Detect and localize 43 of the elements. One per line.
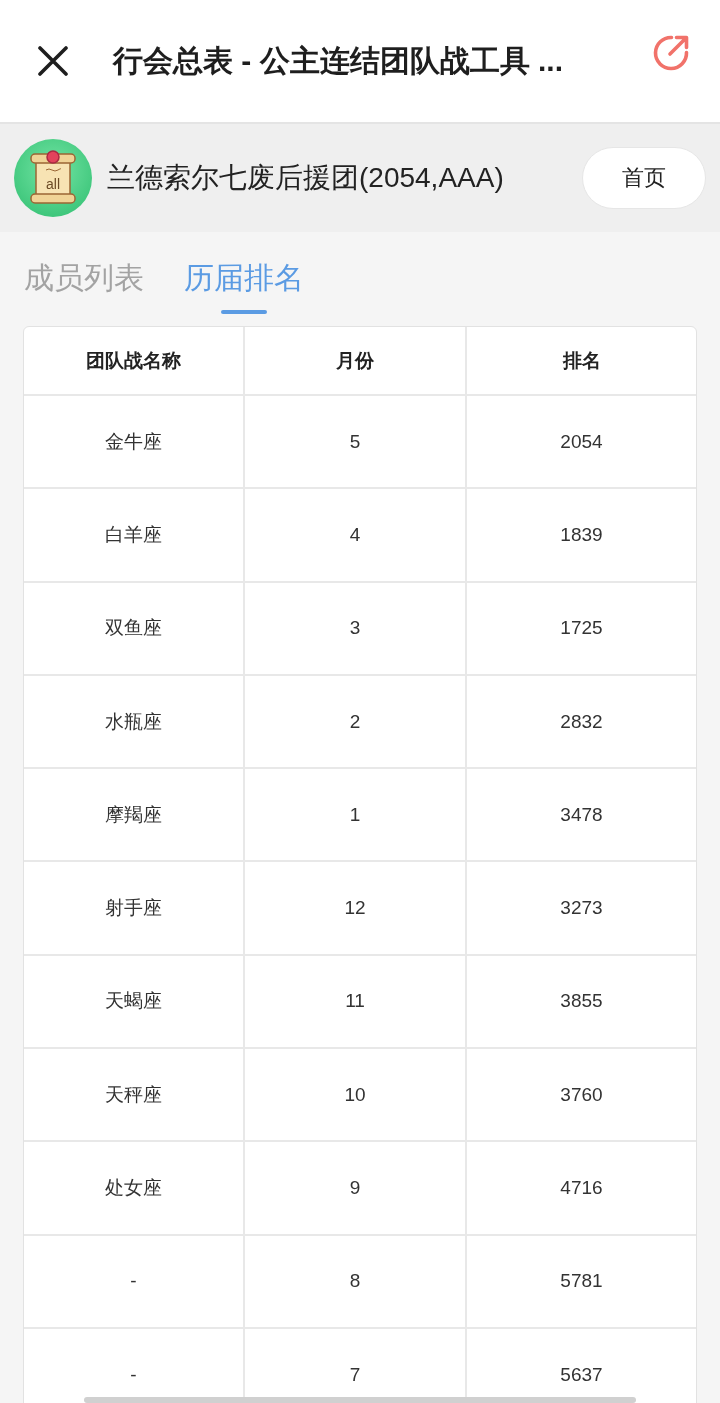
window-title: 行会总表 - 公主连结团队战工具 ... bbox=[113, 42, 564, 79]
table-cell: 3478 bbox=[467, 769, 696, 863]
table-cell: 3273 bbox=[467, 862, 696, 956]
table-cell: 2 bbox=[245, 675, 467, 770]
table-cell: 摩羯座 bbox=[24, 769, 245, 863]
table-cell: 1839 bbox=[467, 489, 696, 583]
table-cell: 3 bbox=[245, 582, 467, 676]
header-cell: 月份 bbox=[245, 327, 467, 396]
table-cell: 11 bbox=[245, 955, 467, 1050]
home-button[interactable]: 首页 bbox=[582, 147, 706, 209]
table-cell: 4 bbox=[245, 489, 467, 583]
table-cell: - bbox=[24, 1235, 245, 1329]
table-cell: 1 bbox=[245, 769, 467, 863]
table-cell: 射手座 bbox=[24, 862, 245, 956]
header-cell: 团队战名称 bbox=[24, 327, 245, 396]
table-cell: 4716 bbox=[467, 1142, 696, 1236]
share-icon[interactable] bbox=[652, 34, 690, 72]
table-cell: 8 bbox=[245, 1235, 467, 1329]
close-icon[interactable] bbox=[38, 46, 68, 76]
table-cell: 2832 bbox=[467, 675, 696, 770]
table-cell: 12 bbox=[245, 862, 467, 956]
table-cell: 5781 bbox=[467, 1235, 696, 1329]
table-cell: 1725 bbox=[467, 582, 696, 676]
guild-name: 兰德索尔七废后援团(2054,AAA) bbox=[107, 161, 504, 195]
header-cell: 排名 bbox=[467, 327, 696, 396]
tab[interactable]: 历届排名 bbox=[184, 232, 304, 314]
table-cell: 3855 bbox=[467, 955, 696, 1050]
table-cell: 天秤座 bbox=[24, 1049, 245, 1143]
tab[interactable]: 成员列表 bbox=[24, 232, 144, 314]
table-cell: 5 bbox=[245, 396, 467, 490]
table-cell: 处女座 bbox=[24, 1142, 245, 1236]
table-cell: 双鱼座 bbox=[24, 582, 245, 676]
table-cell: 10 bbox=[245, 1049, 467, 1143]
table-cell: 9 bbox=[245, 1142, 467, 1236]
table-cell: 水瓶座 bbox=[24, 675, 245, 770]
table-cell: 3760 bbox=[467, 1049, 696, 1143]
table-cell: 白羊座 bbox=[24, 489, 245, 583]
table-cell: 天蝎座 bbox=[24, 955, 245, 1050]
scrollbar-thumb[interactable] bbox=[84, 1397, 636, 1403]
scroll-avatar-icon bbox=[14, 139, 92, 217]
table-cell: 2054 bbox=[467, 396, 696, 490]
table-cell: 金牛座 bbox=[24, 396, 245, 490]
avatar-label: all bbox=[46, 177, 60, 191]
